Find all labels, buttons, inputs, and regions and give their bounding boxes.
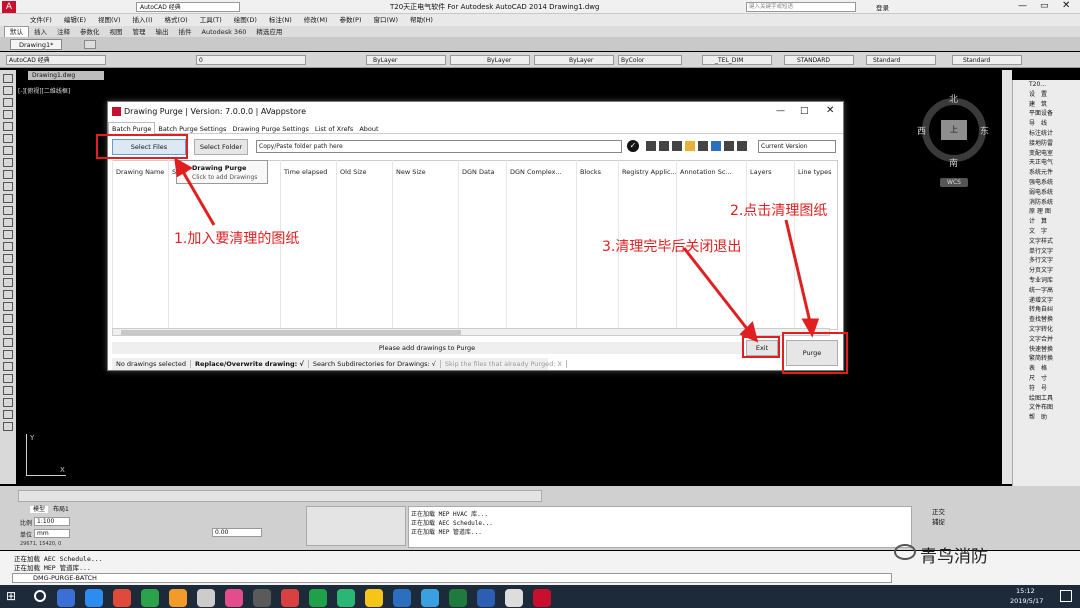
taskbar-app-icon[interactable]: [365, 589, 383, 607]
tab-model[interactable]: 模型: [30, 506, 49, 513]
taskbar-app-icon[interactable]: [141, 589, 159, 607]
value-input[interactable]: 0.00: [212, 528, 262, 537]
taskbar-app-icon[interactable]: [281, 589, 299, 607]
clock-date[interactable]: 2019/5/17: [1010, 597, 1043, 605]
taskbar-app-icon[interactable]: [113, 589, 131, 607]
taskbar-app-icon[interactable]: [197, 589, 215, 607]
taskbar-app-icon[interactable]: [449, 589, 467, 607]
scale-select[interactable]: 1:100: [34, 517, 70, 526]
command-window: 正在加载 AEC Schedule... 正在加载 MEP 管道库... DMG…: [0, 551, 1080, 585]
log-line-2: 正在加载 AEC Schedule...: [411, 520, 493, 527]
tangent-tools[interactable]: [306, 506, 406, 546]
arrow-1-head: [174, 157, 193, 178]
cortana-icon[interactable]: [34, 590, 46, 602]
watermark-text: 青鸟消防: [920, 547, 988, 567]
taskbar-app-icon[interactable]: [169, 589, 187, 607]
taskbar-app-icon[interactable]: [337, 589, 355, 607]
snap-label[interactable]: 捕捉: [932, 516, 945, 526]
coordinates: 29671, 15420, 0: [20, 541, 62, 547]
layout-tabs: 模型 布局1: [30, 504, 72, 513]
taskbar-app-icon[interactable]: [85, 589, 103, 607]
notification-icon[interactable]: [1060, 590, 1072, 602]
arrow-2: [784, 219, 812, 323]
taskbar-app-icon[interactable]: [421, 589, 439, 607]
annotation-3: 3.清理完毕后关闭退出: [602, 239, 742, 255]
arrow-2-head: [801, 318, 820, 338]
modify-toolbar[interactable]: [18, 490, 542, 502]
ortho-label[interactable]: 正交: [932, 506, 945, 516]
log-line-1: 正在加载 MEP HVAC 库...: [411, 511, 488, 518]
arrow-1: [180, 169, 216, 226]
start-icon[interactable]: ⊞: [6, 589, 20, 603]
log-line-3: 正在加载 MEP 管道库...: [411, 529, 482, 536]
unit-select[interactable]: mm: [34, 529, 70, 538]
unit-label: 单位: [20, 532, 33, 539]
taskbar-app-icon[interactable]: [505, 589, 523, 607]
taskbar-app-icon[interactable]: [393, 589, 411, 607]
taskbar-app-icon[interactable]: [477, 589, 495, 607]
annotation-1: 1.加入要清理的图纸: [174, 231, 300, 247]
taskbar-app-icon[interactable]: [225, 589, 243, 607]
taskbar-apps: [54, 585, 614, 608]
scale-label: 比例: [20, 520, 33, 527]
taskbar-app-icon[interactable]: [253, 589, 271, 607]
taskbar-app-icon[interactable]: [57, 589, 75, 607]
annotation-2: 2.点击清理图纸: [730, 203, 828, 219]
clock-time[interactable]: 15:12: [1016, 587, 1035, 595]
windows-taskbar: ⊞ 15:12 2019/5/17: [0, 585, 1080, 608]
log-panel: 正在加载 MEP HVAC 库... 正在加载 AEC Schedule... …: [408, 506, 912, 548]
wechat-icon: [894, 544, 916, 560]
tab-layout1[interactable]: 布局1: [50, 506, 72, 513]
command-input[interactable]: DMG-PURGE-BATCH: [12, 573, 892, 583]
cmd-line-2: 正在加载 MEP 管道库...: [14, 564, 91, 572]
taskbar-app-icon[interactable]: [309, 589, 327, 607]
bottom-toolbars: 模型 布局1 比例 1:100 单位 mm 29671, 15420, 0 0.…: [0, 486, 1080, 550]
arrow-3: [682, 247, 750, 331]
taskbar-app-icon[interactable]: [533, 589, 551, 607]
